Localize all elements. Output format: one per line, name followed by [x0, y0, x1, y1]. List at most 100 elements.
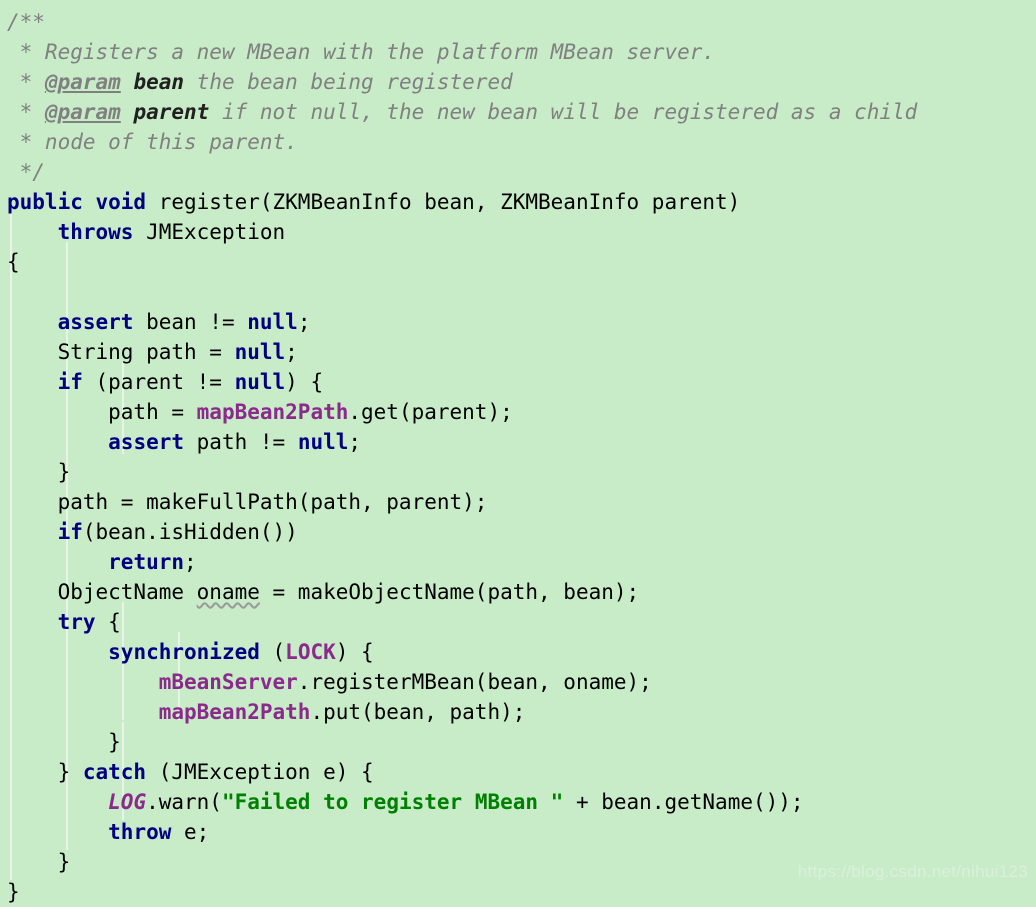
- code-editor-pane[interactable]: /** * Registers a new MBean with the pla…: [0, 0, 1036, 904]
- code-line[interactable]: throws JMException: [7, 217, 1036, 247]
- code-token-plain: ;: [297, 310, 311, 334]
- code-token-plain: path !=: [184, 430, 298, 454]
- code-token-fld: LOCK: [285, 640, 336, 664]
- code-token-kw: throw: [108, 820, 172, 844]
- code-token-plain: (bean.isHidden()): [82, 520, 298, 544]
- code-line[interactable]: assert bean != null;: [7, 307, 1036, 337]
- code-token-cmt: * Registers a new MBean with the platfor…: [7, 40, 716, 64]
- code-token-fld: mBeanServer: [158, 670, 298, 694]
- code-token-plain: (: [259, 640, 286, 664]
- code-line[interactable]: if(bean.isHidden()): [7, 517, 1036, 547]
- code-token-plain: (parent !=: [82, 370, 235, 394]
- code-token-kw: if: [57, 520, 83, 544]
- code-line[interactable]: path = mapBean2Path.get(parent);: [7, 397, 1036, 427]
- code-line[interactable]: * @param parent if not null, the new bea…: [7, 97, 1036, 127]
- code-token-str: "Failed to register MBean ": [221, 790, 564, 814]
- code-token-kw: null: [234, 370, 286, 394]
- code-line[interactable]: assert path != null;: [7, 427, 1036, 457]
- code-token-cmt: /**: [7, 10, 45, 34]
- code-token-plain: .put(bean, path);: [310, 700, 526, 724]
- code-token-kw: null: [234, 340, 286, 364]
- code-token-plain: }: [7, 760, 83, 784]
- code-line[interactable]: LOG.warn("Failed to register MBean " + b…: [7, 787, 1036, 817]
- code-token-plain: path =: [7, 400, 197, 424]
- code-token-cmt: *: [7, 70, 45, 94]
- code-line[interactable]: * @param bean the bean being registered: [7, 67, 1036, 97]
- code-line[interactable]: mBeanServer.registerMBean(bean, oname);: [7, 667, 1036, 697]
- code-line[interactable]: }: [7, 727, 1036, 757]
- code-token-pnm: parent: [133, 100, 210, 124]
- code-token-plain: ;: [348, 430, 362, 454]
- code-token-tag: @param: [44, 100, 121, 124]
- code-line[interactable]: path = makeFullPath(path, parent);: [7, 487, 1036, 517]
- code-token-kw: if: [57, 370, 83, 394]
- code-token-kw: synchronized: [108, 640, 260, 664]
- code-token-cmt: [121, 70, 134, 94]
- code-line[interactable]: {: [7, 247, 1036, 277]
- code-line[interactable]: throw e;: [7, 817, 1036, 847]
- code-line[interactable]: }: [7, 457, 1036, 487]
- code-token-plain: ObjectName: [7, 580, 197, 604]
- code-token-kw: try: [57, 610, 96, 634]
- code-token-plain: e;: [171, 820, 210, 844]
- code-line[interactable]: mapBean2Path.put(bean, path);: [7, 697, 1036, 727]
- code-token-cmt: */: [7, 160, 45, 184]
- code-token-cmt: if not null, the new bean will be regist…: [209, 100, 918, 124]
- code-token-kw: assert: [108, 430, 185, 454]
- code-line[interactable]: /**: [7, 7, 1036, 37]
- code-token-plain: ;: [285, 340, 298, 364]
- code-token-pnm: bean: [133, 70, 185, 94]
- code-line[interactable]: ObjectName oname = makeObjectName(path, …: [7, 577, 1036, 607]
- code-line[interactable]: */: [7, 157, 1036, 187]
- code-token-fld: mapBean2Path: [196, 400, 349, 424]
- code-token-plain: ;: [184, 550, 197, 574]
- code-token-plain: + bean.getName());: [563, 790, 804, 814]
- code-token-plain: }: [7, 460, 71, 484]
- code-line[interactable]: * node of this parent.: [7, 127, 1036, 157]
- code-token-plain: (JMException e) {: [146, 760, 374, 784]
- code-token-plain: ) {: [335, 640, 374, 664]
- code-token-kw: null: [297, 430, 349, 454]
- code-token-plain: .get(parent);: [348, 400, 513, 424]
- watermark-url: https://blog.csdn.net/nihui123: [797, 862, 1028, 881]
- source-code-block[interactable]: /** * Registers a new MBean with the pla…: [0, 0, 1036, 907]
- code-token-cmt: * node of this parent.: [7, 130, 298, 154]
- code-token-kw: throws: [57, 220, 134, 244]
- code-line[interactable]: public void register(ZKMBeanInfo bean, Z…: [7, 187, 1036, 217]
- code-token-plain: .warn(: [146, 790, 222, 814]
- code-line[interactable]: if (parent != null) {: [7, 367, 1036, 397]
- code-token-stat: LOG: [108, 790, 147, 814]
- code-token-plain: String path =: [7, 340, 235, 364]
- code-line[interactable]: String path = null;: [7, 337, 1036, 367]
- code-token-cmt: [121, 100, 134, 124]
- code-token-plain: path = makeFullPath(path, parent);: [7, 490, 488, 514]
- code-token-plain: {: [95, 610, 121, 634]
- code-token-squig: oname: [196, 580, 260, 604]
- code-line[interactable]: } catch (JMException e) {: [7, 757, 1036, 787]
- code-line[interactable]: try {: [7, 607, 1036, 637]
- code-line[interactable]: return;: [7, 547, 1036, 577]
- code-token-plain: = makeObjectName(path, bean);: [259, 580, 640, 604]
- code-token-plain: {: [7, 250, 20, 274]
- code-line[interactable]: synchronized (LOCK) {: [7, 637, 1036, 667]
- code-line[interactable]: * Registers a new MBean with the platfor…: [7, 37, 1036, 67]
- code-line[interactable]: [7, 277, 1036, 307]
- code-token-plain: }: [7, 850, 71, 874]
- code-token-plain: register(ZKMBeanInfo bean, ZKMBeanInfo p…: [146, 190, 741, 214]
- code-token-kw: null: [247, 310, 298, 334]
- code-token-kw: return: [108, 550, 185, 574]
- code-token-plain: .registerMBean(bean, oname);: [297, 670, 652, 694]
- code-token-fld: mapBean2Path: [158, 700, 311, 724]
